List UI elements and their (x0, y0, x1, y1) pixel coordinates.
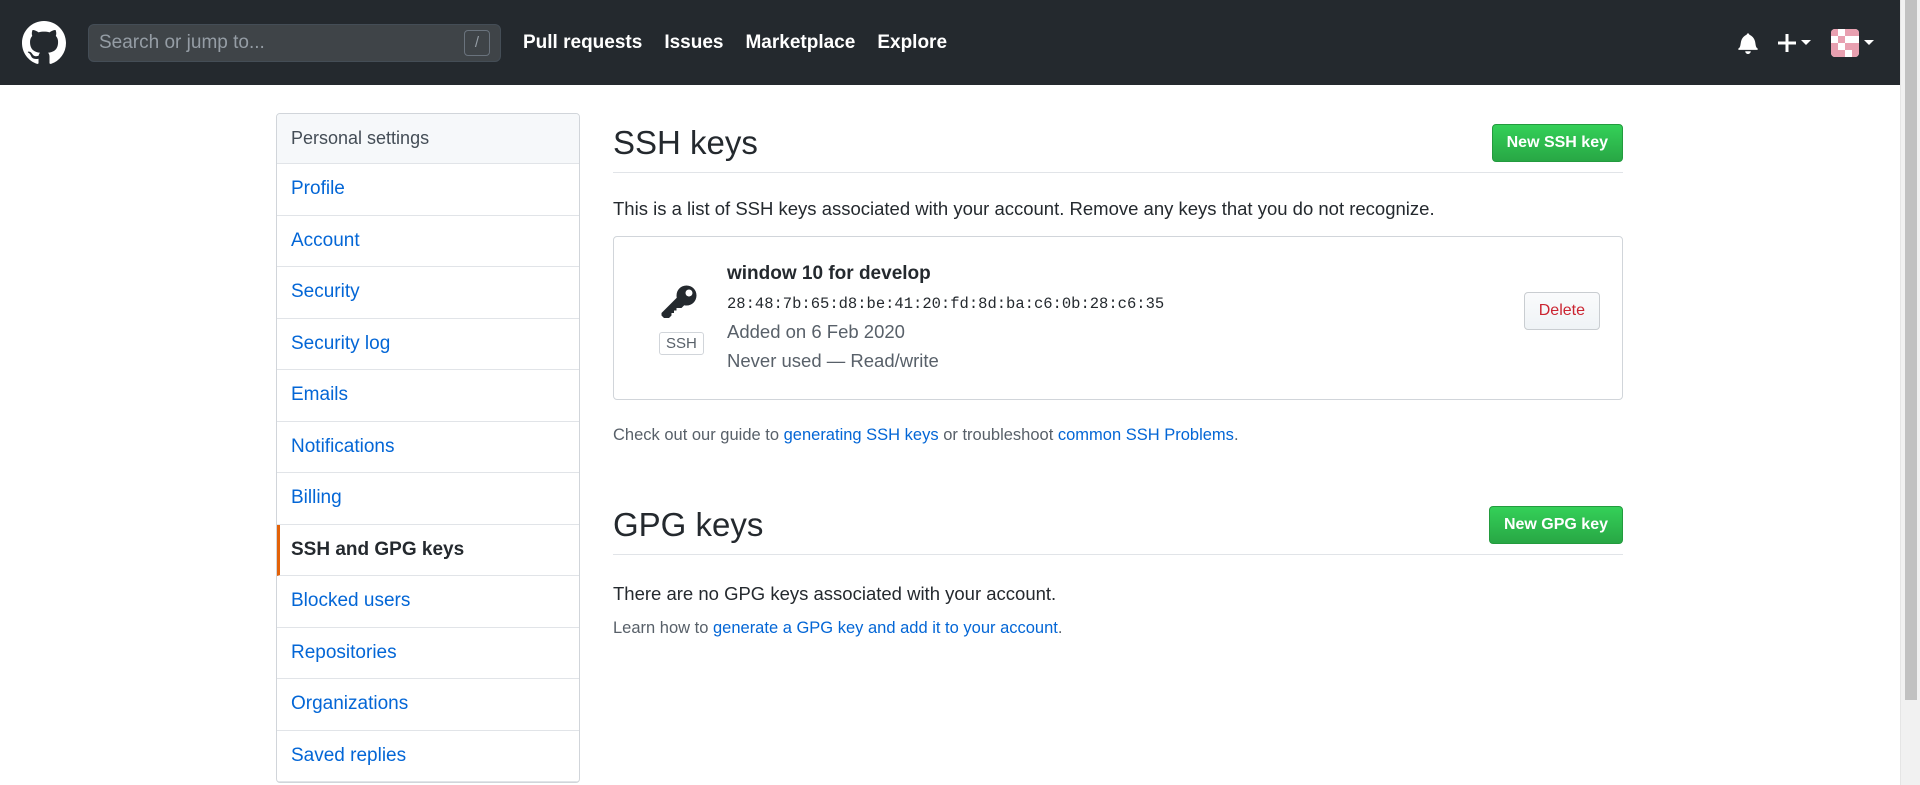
sidebar-item-organizations[interactable]: Organizations (277, 679, 579, 731)
sidebar-item-saved-replies[interactable]: Saved replies (277, 731, 579, 782)
ssh-label-badge: SSH (659, 332, 704, 355)
chevron-down-icon (1864, 40, 1874, 45)
sidebar-item-security[interactable]: Security (277, 267, 579, 319)
ssh-key-info: window 10 for develop 28:48:7b:65:d8:be:… (727, 263, 1164, 372)
page-scrollbar[interactable] (1900, 0, 1920, 785)
key-icon (661, 285, 697, 318)
ssh-key-name: window 10 for develop (727, 263, 931, 284)
ssh-description: This is a list of SSH keys associated wi… (613, 198, 1435, 219)
user-menu-dropdown[interactable] (1831, 28, 1874, 57)
sidebar-item-emails[interactable]: Emails (277, 370, 579, 422)
sidebar-item-repositories[interactable]: Repositories (277, 628, 579, 679)
ssh-section-header: SSH keys New SSH key (613, 113, 1623, 173)
top-header: / Pull requests Issues Marketplace Explo… (0, 0, 1900, 85)
sidebar-item-profile[interactable]: Profile (277, 164, 579, 216)
nav-marketplace[interactable]: Marketplace (745, 32, 855, 54)
generate-gpg-key-link[interactable]: generate a GPG key and add it to your ac… (713, 619, 1058, 637)
settings-sidebar: Personal settings Profile Account Securi… (276, 113, 580, 783)
main-content: SSH keys New SSH key This is a list of S… (613, 113, 1623, 638)
ssh-note-prefix: Check out our guide to (613, 426, 784, 444)
new-gpg-key-button[interactable]: New GPG key (1488, 505, 1623, 544)
ssh-help-note: Check out our guide to generating SSH ke… (613, 426, 1623, 445)
gpg-help-note: Learn how to generate a GPG key and add … (613, 619, 1623, 638)
sidebar-item-billing[interactable]: Billing (277, 473, 579, 525)
header-actions (1738, 28, 1874, 57)
ssh-key-added-date: Added on 6 Feb 2020 (727, 321, 905, 342)
gpg-section-header: GPG keys New GPG key (613, 495, 1623, 555)
sidebar-item-ssh-gpg-keys[interactable]: SSH and GPG keys (277, 524, 579, 576)
chevron-down-icon (1801, 40, 1811, 45)
ssh-keys-title: SSH keys (613, 123, 758, 161)
sidebar-item-blocked-users[interactable]: Blocked users (277, 576, 579, 628)
ssh-key-item: SSH window 10 for develop 28:48:7b:65:d8… (613, 236, 1623, 400)
bell-icon[interactable] (1738, 32, 1758, 54)
ssh-note-middle: or troubleshoot (938, 426, 1058, 444)
sidebar-item-security-log[interactable]: Security log (277, 319, 579, 370)
nav-explore[interactable]: Explore (877, 32, 947, 54)
common-ssh-problems-link[interactable]: common SSH Problems (1058, 426, 1234, 444)
gpg-learn-suffix: . (1057, 619, 1063, 637)
nav-issues[interactable]: Issues (664, 32, 723, 54)
ssh-key-usage: Never used — Read/write (727, 350, 939, 371)
ssh-note-suffix: . (1233, 426, 1239, 444)
scrollbar-thumb[interactable] (1905, 0, 1917, 700)
avatar (1831, 28, 1859, 57)
search-shortcut-key: / (464, 29, 490, 56)
delete-ssh-key-button[interactable]: Delete (1523, 292, 1600, 330)
plus-icon (1778, 33, 1796, 52)
create-new-dropdown[interactable] (1778, 33, 1811, 52)
sidebar-item-account[interactable]: Account (277, 216, 579, 267)
sidebar-item-notifications[interactable]: Notifications (277, 422, 579, 473)
gpg-keys-title: GPG keys (613, 505, 764, 543)
generating-ssh-keys-link[interactable]: generating SSH keys (784, 426, 939, 444)
gpg-learn-prefix: Learn how to (613, 619, 713, 637)
new-ssh-key-button[interactable]: New SSH key (1491, 123, 1623, 162)
search-box[interactable]: / (88, 23, 501, 62)
sidebar-heading: Personal settings (277, 114, 579, 164)
header-nav: Pull requests Issues Marketplace Explore (523, 32, 969, 54)
github-logo-icon[interactable] (22, 20, 66, 65)
nav-pull-requests[interactable]: Pull requests (523, 32, 642, 54)
search-input[interactable] (99, 31, 464, 54)
ssh-key-fingerprint: 28:48:7b:65:d8:be:41:20:fd:8d:ba:c6:0b:2… (727, 295, 1165, 313)
gpg-empty-message: There are no GPG keys associated with yo… (613, 583, 1057, 604)
